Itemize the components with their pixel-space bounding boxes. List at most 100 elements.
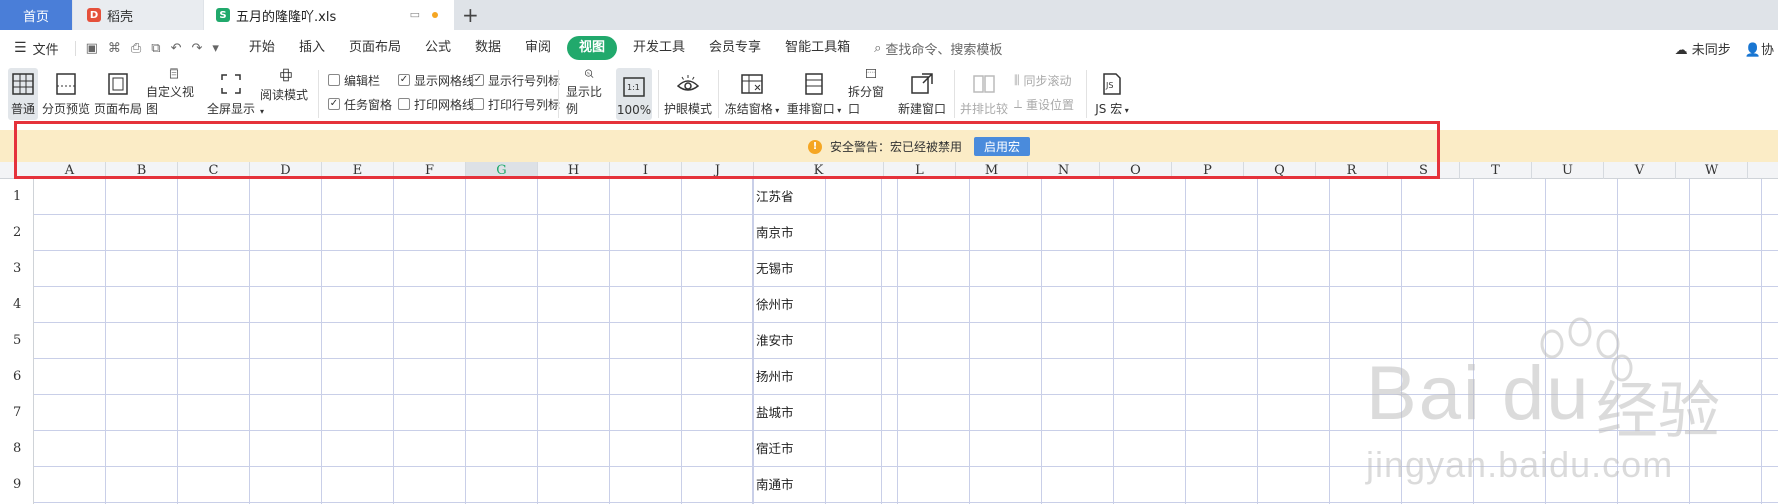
column-header[interactable]: C — [178, 162, 250, 179]
save-icon[interactable]: ▣ — [86, 41, 98, 56]
ribbon-tab[interactable]: 公式 — [413, 36, 463, 60]
cell-k7[interactable]: 盐城市 — [753, 395, 881, 431]
ribbon-tab[interactable]: 插入 — [287, 36, 337, 60]
column-header[interactable]: R — [1316, 162, 1388, 179]
ribbon-tab[interactable]: 视图 — [567, 36, 618, 60]
tab-docer[interactable]: D 稻壳 — [73, 0, 203, 30]
zoom-100-button[interactable]: 1:1 100% — [616, 68, 652, 120]
print-icon[interactable]: ⎙ — [131, 41, 141, 56]
print-preview-icon[interactable]: ⧉ — [151, 41, 160, 56]
custom-view-button[interactable]: 自定义视图 — [146, 68, 202, 120]
column-header[interactable]: M — [956, 162, 1028, 179]
fullscreen-button[interactable]: 全屏显示 — [206, 68, 256, 120]
ribbon-tab[interactable]: 开发工具 — [621, 36, 697, 60]
enable-macro-button[interactable]: 启用宏 — [974, 137, 1031, 156]
page-layout-label: 页面布局 — [94, 102, 143, 116]
cell-k8[interactable]: 宿迁市 — [753, 431, 881, 467]
cell-k6[interactable]: 扬州市 — [753, 359, 881, 395]
eye-protection-button[interactable]: 护眼模式 — [664, 68, 712, 120]
column-header[interactable]: I — [610, 162, 682, 179]
column-header[interactable]: B — [106, 162, 178, 179]
print-gridlines-checkbox[interactable]: 打印网格线 — [398, 96, 474, 112]
row-header[interactable]: 4 — [0, 287, 34, 323]
zoom-label: 显示比例 — [566, 85, 603, 116]
freeze-panes-button[interactable]: 冻结窗格 ▾ — [724, 68, 780, 120]
cell-grid[interactable] — [34, 179, 1778, 504]
collaborate-button[interactable]: 👤协 — [1745, 39, 1774, 58]
ribbon-tab[interactable]: 页面布局 — [337, 36, 413, 60]
print-headers-checkbox[interactable]: 打印行号列标 — [472, 96, 560, 112]
column-header[interactable]: U — [1532, 162, 1604, 179]
column-header[interactable]: S — [1388, 162, 1460, 179]
tab-active-workbook[interactable]: S 五月的隆隆吖.xls ▭ — [204, 0, 454, 30]
ribbon-tab[interactable]: 数据 — [463, 36, 513, 60]
reset-position-button[interactable]: ⟂ 重设位置 — [1014, 96, 1074, 113]
ribbon-tab[interactable]: 智能工具箱 — [773, 36, 862, 60]
undo-icon[interactable]: ↶ — [171, 41, 182, 56]
column-header[interactable]: Q — [1244, 162, 1316, 179]
show-headers-checkbox[interactable]: ✓ 显示行号列标 — [472, 72, 560, 88]
row-header[interactable]: 7 — [0, 395, 34, 431]
new-tab-button[interactable]: + — [462, 3, 479, 27]
spreadsheet-icon: S — [216, 8, 230, 22]
row-header[interactable]: 3 — [0, 251, 34, 287]
sync-scroll-button[interactable]: ⫼ 同步滚动 — [1014, 72, 1072, 89]
reading-mode-button[interactable]: 阅读模式 ▾ — [260, 68, 312, 120]
command-search[interactable]: ⌕ 查找命令、搜索模板 — [874, 39, 1002, 58]
tab-home[interactable]: 首页 — [0, 0, 72, 30]
column-header[interactable]: K — [754, 162, 884, 179]
column-header[interactable]: L — [884, 162, 956, 179]
js-macro-button[interactable]: JS JS 宏 ▾ — [1092, 68, 1132, 120]
row-header[interactable]: 1 — [0, 179, 34, 215]
ribbon-tab[interactable]: 开始 — [237, 36, 287, 60]
file-menu[interactable]: ☰ 文件 — [14, 39, 59, 58]
js-macro-dropdown-icon: ▾ — [1122, 106, 1129, 115]
column-header[interactable]: E — [322, 162, 394, 179]
cell-k4[interactable]: 徐州市 — [753, 287, 881, 323]
format-painter-icon[interactable]: ⌘ — [108, 41, 121, 56]
column-header[interactable]: A — [34, 162, 106, 179]
zoom-button[interactable]: % 显示比例 — [566, 68, 612, 120]
customize-dropdown-icon[interactable]: ▾ — [212, 41, 219, 56]
cell-k5[interactable]: 淮安市 — [753, 323, 881, 359]
cell-k9[interactable]: 南通市 — [753, 467, 881, 503]
column-header[interactable]: W — [1676, 162, 1748, 179]
ribbon-tab[interactable]: 审阅 — [513, 36, 563, 60]
row-header[interactable]: 8 — [0, 431, 34, 467]
cell-k1[interactable]: 江苏省 — [753, 179, 881, 215]
sync-status[interactable]: ☁ 未同步 — [1675, 39, 1731, 58]
row-header[interactable]: 5 — [0, 323, 34, 359]
normal-view-button[interactable]: 普通 — [8, 68, 38, 120]
cell-k3[interactable]: 无锡市 — [753, 251, 881, 287]
page-layout-icon — [108, 73, 128, 95]
rearrange-windows-button[interactable]: 重排窗口 ▾ — [786, 68, 842, 120]
column-header[interactable]: D — [250, 162, 322, 179]
row-header[interactable]: 2 — [0, 215, 34, 251]
column-header[interactable]: F — [394, 162, 466, 179]
edit-bar-checkbox[interactable]: 编辑栏 — [328, 72, 380, 88]
new-window-button[interactable]: 新建窗口 — [898, 68, 946, 120]
column-header[interactable]: H — [538, 162, 610, 179]
show-gridlines-checkbox[interactable]: ✓ 显示网格线 — [398, 72, 474, 88]
redo-icon[interactable]: ↷ — [191, 41, 202, 56]
page-layout-button[interactable]: 页面布局 — [94, 68, 142, 120]
cell-k2[interactable]: 南京市 — [753, 215, 881, 251]
column-header[interactable]: V — [1604, 162, 1676, 179]
row-header[interactable]: 9 — [0, 467, 34, 503]
column-header[interactable]: J — [682, 162, 754, 179]
row-header[interactable]: 6 — [0, 359, 34, 395]
column-header[interactable]: P — [1172, 162, 1244, 179]
column-header[interactable]: T — [1460, 162, 1532, 179]
side-by-side-button[interactable]: 并排比较 — [960, 68, 1008, 120]
column-header[interactable]: N — [1028, 162, 1100, 179]
unsaved-dot-icon[interactable] — [432, 11, 438, 18]
eye-icon — [676, 75, 700, 91]
column-header[interactable]: G — [466, 162, 538, 179]
column-header[interactable]: O — [1100, 162, 1172, 179]
column-k-cells[interactable]: 江苏省 南京市 无锡市 徐州市 淮安市 扬州市 盐城市 宿迁市 南通市 — [752, 179, 882, 504]
task-pane-checkbox[interactable]: ✓ 任务窗格 — [328, 96, 392, 112]
page-break-preview-button[interactable]: 分页预览 — [42, 68, 90, 120]
monitor-icon[interactable]: ▭ — [410, 8, 420, 21]
ribbon-tab[interactable]: 会员专享 — [697, 36, 773, 60]
split-window-button[interactable]: 拆分窗口 — [848, 68, 894, 120]
